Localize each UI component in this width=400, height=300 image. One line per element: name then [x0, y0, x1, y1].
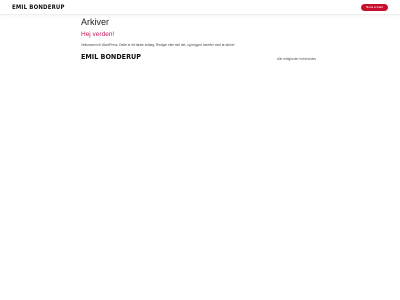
book-call-button[interactable]: Book et kald: [361, 4, 388, 11]
post-title-link[interactable]: Hej verden!: [81, 31, 114, 38]
site-logo[interactable]: EMIL BONDERUP: [12, 4, 65, 11]
post-excerpt: Velkommen til WordPress. Dette er dit fø…: [81, 43, 235, 47]
footer-copyright: Alle rettigheder forbeholdes: [277, 57, 316, 61]
footer-logo[interactable]: EMIL BONDERUP: [81, 53, 141, 61]
page-title: Arkiver: [81, 17, 110, 27]
site-header: EMIL BONDERUP Book et kald: [0, 0, 400, 15]
